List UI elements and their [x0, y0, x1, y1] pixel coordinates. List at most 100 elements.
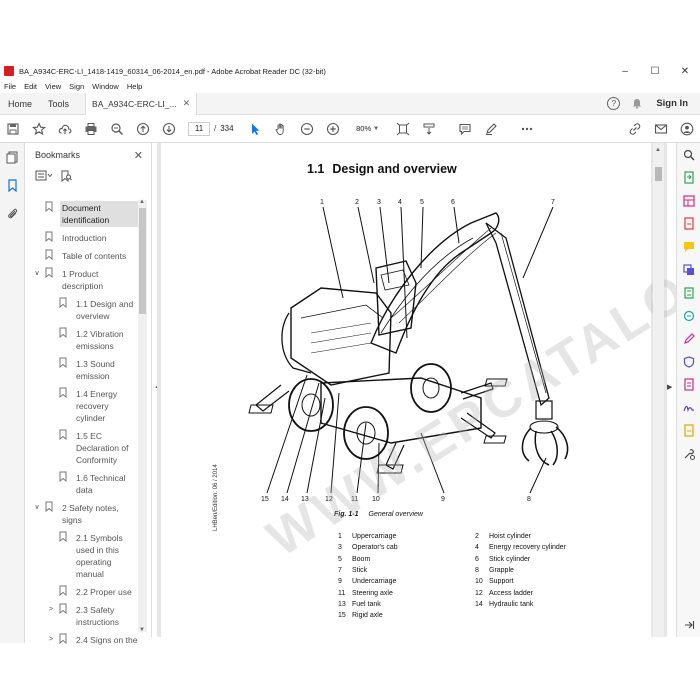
- bookmark-item[interactable]: ∨ 2 Safety notes, signs: [25, 499, 141, 529]
- menu-edit[interactable]: Edit: [20, 82, 41, 91]
- organize-pages-icon[interactable]: [677, 189, 700, 212]
- next-page-icon[interactable]: [162, 122, 176, 136]
- bookmarks-scrollbar[interactable]: ▲ ▼: [138, 199, 147, 633]
- bookmarks-panel: Bookmarks ✕ Document identification Intro…: [25, 143, 152, 645]
- comment-tool-icon[interactable]: [677, 235, 700, 258]
- expand-chevron-icon[interactable]: >: [47, 634, 55, 646]
- maximize-button[interactable]: ☐: [640, 62, 670, 80]
- document-viewport[interactable]: 1.1 Design and overview 1 2 3 4 5 6 7 15…: [157, 143, 700, 637]
- account-icon[interactable]: [680, 122, 694, 136]
- bookmark-item[interactable]: 1.1 Design and overview: [25, 295, 141, 325]
- chevron-down-icon: ▼: [373, 125, 380, 132]
- page-count: 334: [220, 124, 234, 133]
- search-icon[interactable]: [677, 143, 700, 166]
- legend-row: 13 Fuel tank: [338, 601, 381, 608]
- help-icon[interactable]: ?: [607, 97, 621, 110]
- combine-files-icon[interactable]: [677, 258, 700, 281]
- bookmark-label: 2 Safety notes, signs: [62, 503, 119, 525]
- compress-pdf-icon[interactable]: [677, 281, 700, 304]
- share-link-icon[interactable]: [628, 122, 642, 136]
- menu-sign[interactable]: Sign: [65, 82, 88, 91]
- menu-file[interactable]: File: [0, 82, 20, 91]
- protect-shield-icon[interactable]: [677, 350, 700, 373]
- email-icon[interactable]: [654, 122, 668, 136]
- bookmark-star-icon[interactable]: [32, 121, 46, 136]
- send-for-review-icon[interactable]: [677, 419, 700, 442]
- bookmark-item[interactable]: 1.5 EC Declaration of Conformity: [25, 427, 141, 469]
- legend-number: 10: [475, 578, 483, 586]
- bookmark-item[interactable]: 1.6 Technical data: [25, 469, 141, 499]
- close-tab-icon[interactable]: ✕: [183, 98, 191, 109]
- export-pdf-icon[interactable]: [677, 166, 700, 189]
- document-scrollbar[interactable]: ▲: [653, 143, 664, 637]
- scan-ocr-icon[interactable]: [677, 304, 700, 327]
- collapse-chevron-icon[interactable]: ∨: [33, 502, 41, 514]
- document-tab-label: BA_A934C-ERC-LI_...: [92, 98, 177, 109]
- expand-chevron-icon[interactable]: >: [47, 604, 55, 616]
- bookmark-flag-icon: [59, 429, 67, 440]
- menu-window[interactable]: Window: [88, 82, 123, 91]
- expand-right-panel-icon[interactable]: ▶: [667, 383, 672, 391]
- minimize-button[interactable]: –: [610, 62, 640, 80]
- save-icon[interactable]: [6, 122, 20, 136]
- bookmark-flag-icon: [59, 603, 67, 614]
- create-pdf-icon[interactable]: [677, 212, 700, 235]
- bookmarks-scroll-thumb[interactable]: [139, 208, 146, 314]
- menu-view[interactable]: View: [41, 82, 65, 91]
- tab-tools[interactable]: Tools: [40, 99, 77, 109]
- previous-page-icon[interactable]: [136, 122, 150, 136]
- bookmark-item[interactable]: ∨ 1 Product description: [25, 265, 141, 295]
- page-fit-icon[interactable]: [396, 122, 410, 136]
- bookmark-item[interactable]: 2.2 Proper use: [25, 583, 141, 601]
- fill-sign-icon[interactable]: [677, 327, 700, 350]
- comment-icon[interactable]: [458, 122, 472, 136]
- bookmark-item[interactable]: 1.2 Vibration emissions: [25, 325, 141, 355]
- bookmark-item[interactable]: >2.4 Signs on the: [25, 631, 141, 649]
- signature-icon[interactable]: [677, 396, 700, 419]
- print-icon[interactable]: [84, 122, 98, 136]
- bookmark-item[interactable]: 2.1 Symbols used in this operating manua…: [25, 529, 141, 583]
- bookmark-item[interactable]: 1.4 Energy recovery cylinder: [25, 385, 141, 427]
- attachments-icon[interactable]: [0, 199, 25, 227]
- doc-scroll-up-icon[interactable]: ▲: [655, 147, 661, 153]
- upload-cloud-icon[interactable]: [58, 122, 72, 136]
- highlight-pen-icon[interactable]: [484, 122, 498, 136]
- bookmark-options-icon[interactable]: [35, 170, 53, 184]
- more-tools-icon[interactable]: [520, 122, 534, 136]
- collapse-chevron-icon[interactable]: ∨: [33, 268, 41, 280]
- sign-in-button[interactable]: Sign In: [656, 98, 688, 109]
- scroll-mode-icon[interactable]: [422, 122, 436, 136]
- bookmark-item[interactable]: Document identification: [25, 199, 141, 229]
- bookmarks-toolbar: [25, 167, 151, 187]
- page-thumbnails-icon[interactable]: [0, 143, 25, 171]
- zoom-out-icon[interactable]: [300, 122, 314, 136]
- menu-help[interactable]: Help: [123, 82, 146, 91]
- bookmark-item[interactable]: Introduction: [25, 229, 141, 247]
- toolbar: 11 / 334 80% ▼: [0, 115, 700, 143]
- close-window-button[interactable]: ✕: [670, 62, 700, 80]
- bookmark-flag-icon: [59, 633, 67, 644]
- bookmark-item[interactable]: >2.3 Safety instructions: [25, 601, 141, 631]
- more-tools-wrench-icon[interactable]: [677, 442, 700, 465]
- tab-document[interactable]: BA_A934C-ERC-LI_... ✕: [85, 92, 198, 115]
- zoom-level-dropdown[interactable]: 80% ▼: [350, 122, 386, 136]
- notification-bell-icon[interactable]: [632, 98, 642, 109]
- hand-tool-icon[interactable]: [274, 122, 288, 136]
- scroll-up-icon[interactable]: ▲: [139, 199, 145, 205]
- bookmarks-panel-icon[interactable]: [0, 171, 25, 199]
- scroll-down-icon[interactable]: ▼: [139, 627, 145, 633]
- collapse-tools-icon[interactable]: [677, 613, 700, 636]
- tab-home[interactable]: Home: [0, 99, 40, 109]
- page-number-input[interactable]: 11: [188, 121, 210, 136]
- bookmark-flag-icon: [45, 501, 53, 512]
- edit-pdf-icon[interactable]: [677, 373, 700, 396]
- bookmark-item[interactable]: Table of contents: [25, 247, 141, 265]
- legend-text: Steering axle: [352, 589, 393, 597]
- bookmark-item[interactable]: 1.3 Sound emission: [25, 355, 141, 385]
- zoom-in-icon[interactable]: [326, 122, 340, 136]
- zoom-search-icon[interactable]: [110, 122, 124, 136]
- find-bookmark-icon[interactable]: [61, 170, 72, 185]
- select-cursor-icon[interactable]: [248, 122, 262, 136]
- close-bookmarks-icon[interactable]: ✕: [134, 149, 143, 162]
- doc-scroll-thumb[interactable]: [655, 167, 662, 181]
